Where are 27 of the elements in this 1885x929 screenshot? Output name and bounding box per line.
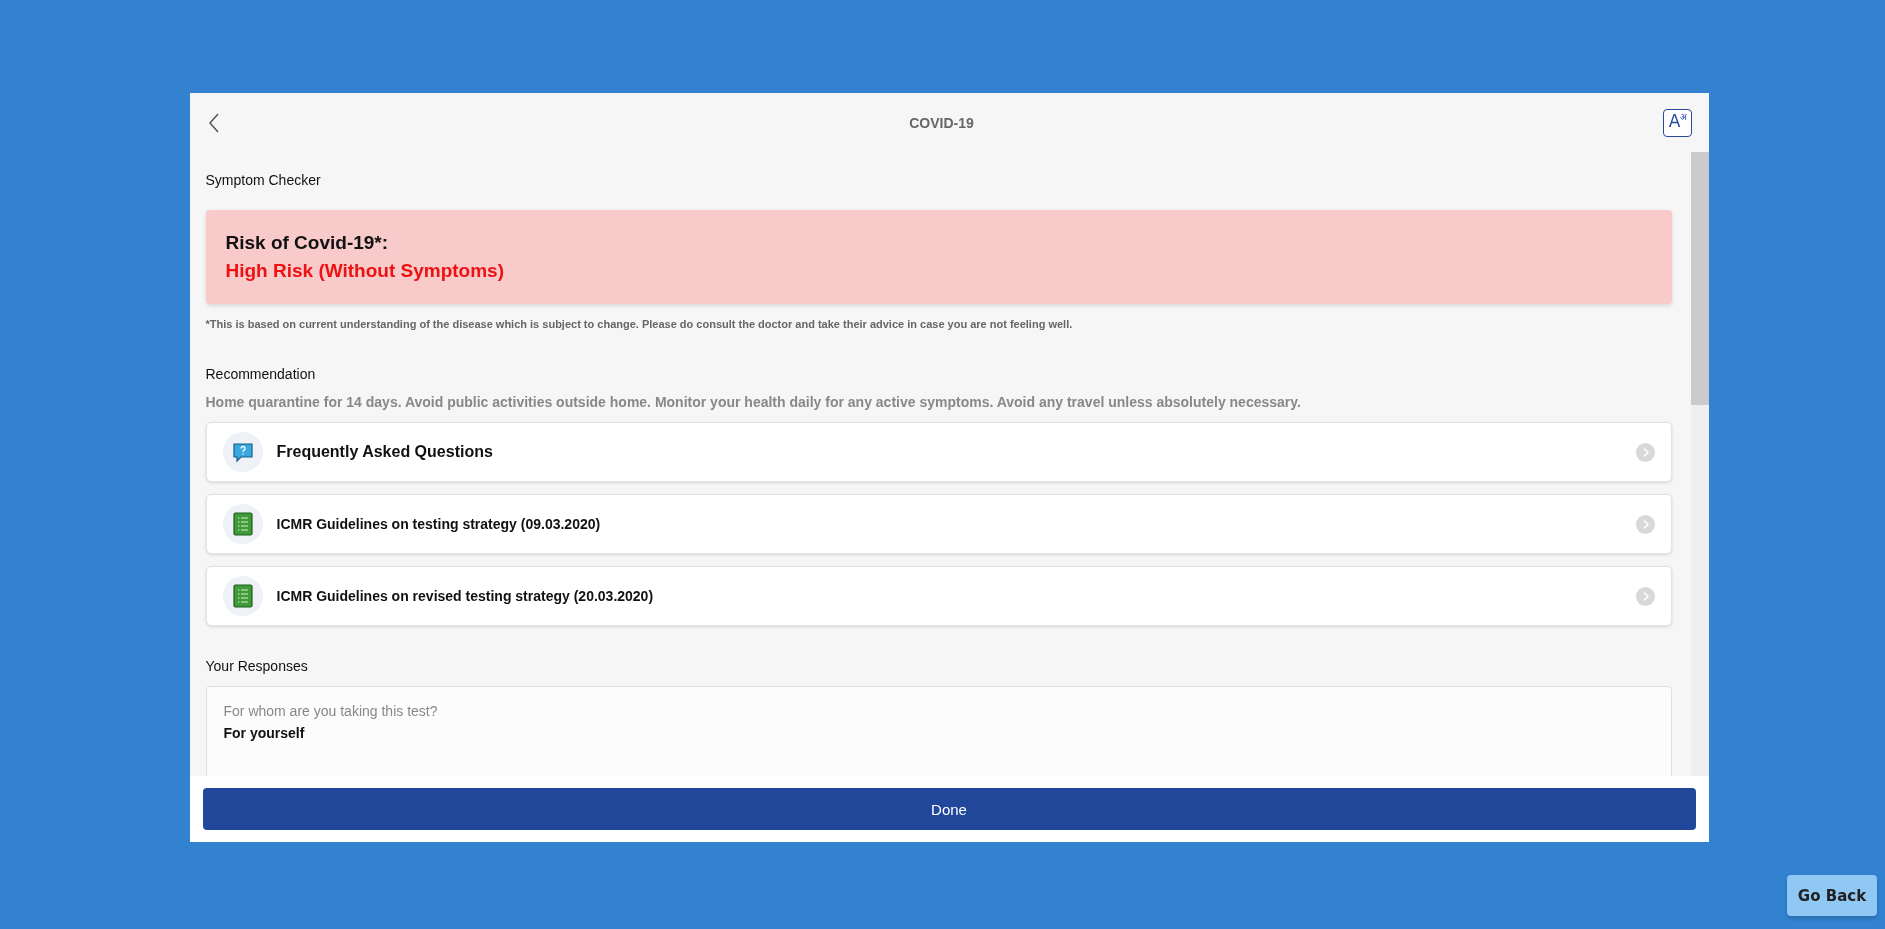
- section-title: Symptom Checker: [205, 172, 322, 188]
- scrollbar-thumb[interactable]: [1690, 152, 1709, 405]
- risk-label: Risk of Covid-19*:: [225, 232, 390, 254]
- document-list-icon: [232, 584, 253, 608]
- question-bubble-icon: [231, 441, 254, 463]
- scrollbar[interactable]: [1690, 152, 1709, 776]
- recommendation-text: Home quarantine for 14 days. Avoid public activities outside home. Monitor your health daily for any active symptoms. Avoid any travel unless absolutely necessary.: [205, 394, 1302, 410]
- response-question: For whom are you taking this test?: [223, 703, 439, 719]
- risk-value: High Risk (Without Symptoms): [225, 260, 505, 282]
- link-label: ICMR Guidelines on revised testing strategy (20.03.2020): [276, 588, 655, 604]
- header-title: COVID-19: [909, 114, 974, 131]
- disclaimer-text: *This is based on current understanding of the disease which is subject to change. Please do consult the doctor and take their advice in case you are not feeling well.: [205, 318, 1074, 330]
- response-answer: For yourself: [223, 725, 306, 741]
- link-card[interactable]: ICMR Guidelines on revised testing strategy (20.03.2020): [205, 566, 1672, 626]
- link-label: ICMR Guidelines on testing strategy (09.03.2020): [276, 516, 602, 532]
- chevron-right-icon: [1635, 514, 1655, 534]
- document-list-icon: [232, 512, 253, 536]
- go-back-button[interactable]: Go Back: [1787, 875, 1877, 916]
- link-label: Frequently Asked Questions: [276, 443, 494, 461]
- recommendation-heading: Recommendation: [205, 366, 317, 382]
- back-chevron-icon[interactable]: [207, 112, 220, 133]
- link-card[interactable]: ICMR Guidelines on testing strategy (09.03.2020): [205, 494, 1672, 554]
- done-button[interactable]: Done: [202, 788, 1696, 830]
- link-card[interactable]: Frequently Asked Questions: [205, 422, 1672, 482]
- chevron-right-icon: [1635, 442, 1655, 462]
- chevron-right-icon: [1635, 586, 1655, 606]
- responses-heading: Your Responses: [205, 658, 309, 674]
